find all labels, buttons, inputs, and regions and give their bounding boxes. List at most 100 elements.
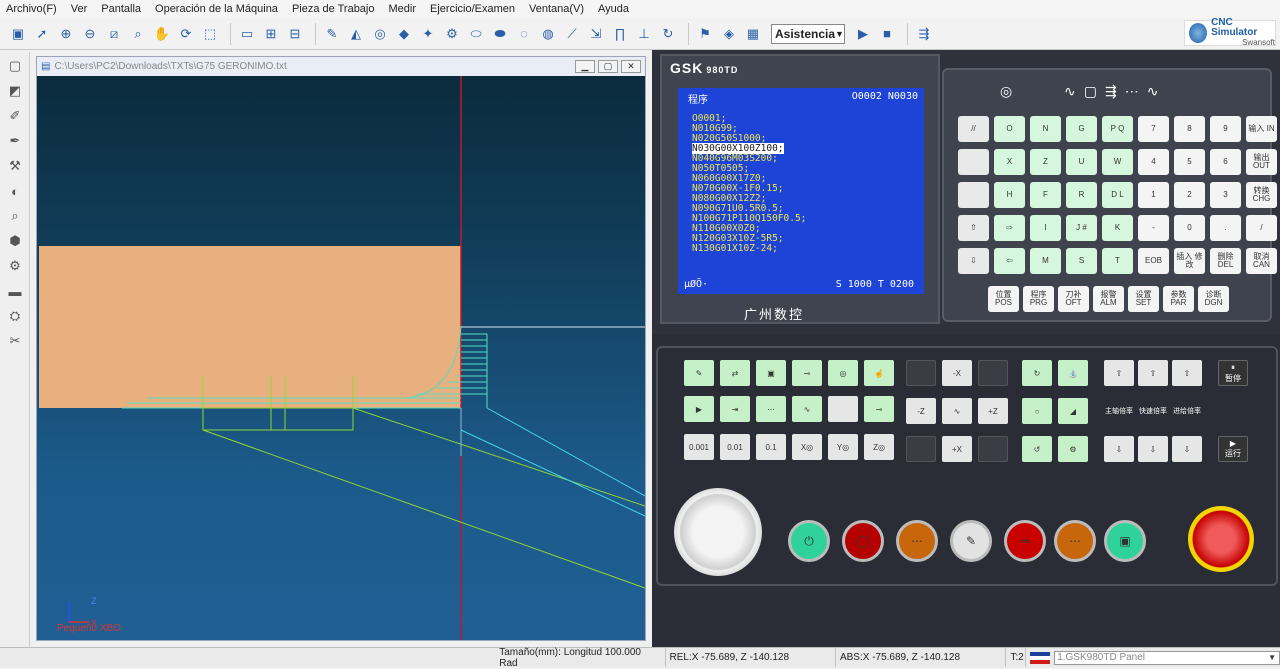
- program-protect-button[interactable]: ▣: [1104, 520, 1146, 562]
- key-keys_row3-2[interactable]: F: [1030, 182, 1061, 208]
- zoom-tool-icon[interactable]: ⌕: [4, 205, 26, 227]
- tool-icon-3[interactable]: ◌: [514, 24, 534, 44]
- spindle-ccw-button[interactable]: ↺: [1022, 436, 1052, 462]
- coolant-icon[interactable]: ◭: [346, 24, 366, 44]
- panel-select[interactable]: 1.GSK980TD Panel ▼: [1054, 650, 1280, 665]
- key-keys_row3-6[interactable]: 2: [1174, 182, 1205, 208]
- zoom-fit-icon[interactable]: ⌕: [128, 24, 148, 44]
- jog-blank-2[interactable]: [978, 360, 1008, 386]
- key-keys_row3-0[interactable]: [958, 182, 989, 208]
- func-key-1[interactable]: 程序 PRG: [1023, 286, 1054, 312]
- view-top-icon[interactable]: ⊟: [285, 24, 305, 44]
- key-keys_row3-1[interactable]: H: [994, 182, 1025, 208]
- panel-icon[interactable]: ▬: [4, 280, 26, 302]
- rapid-knob[interactable]: ⋯: [1054, 520, 1096, 562]
- blank-button[interactable]: [828, 396, 858, 422]
- pan-icon[interactable]: ✋: [152, 24, 172, 44]
- export-icon[interactable]: ⇶: [914, 24, 934, 44]
- save-icon[interactable]: ▣: [8, 24, 28, 44]
- edit-mode-button[interactable]: ✎: [684, 360, 714, 386]
- jog-plus-x-button[interactable]: +X: [942, 436, 972, 462]
- machining-canvas[interactable]: Z X Pequeño XBO: [37, 76, 645, 640]
- ruler-icon[interactable]: ⊥: [634, 24, 654, 44]
- cut-icon[interactable]: ✂: [4, 330, 26, 352]
- coolant-button[interactable]: ⛲: [1058, 360, 1088, 386]
- tool-icon-5[interactable]: ⟋: [562, 24, 582, 44]
- rapid-override-down-button[interactable]: ⇩: [1138, 436, 1168, 462]
- frame-icon[interactable]: ▢: [4, 55, 26, 77]
- emergency-stop-button[interactable]: [1188, 506, 1254, 572]
- mst-lock-button[interactable]: ⋯: [756, 396, 786, 422]
- view-front-icon[interactable]: ▭: [237, 24, 257, 44]
- menu-pieza[interactable]: Pieza de Trabajo: [292, 3, 375, 15]
- jog-plus-z-button[interactable]: +Z: [978, 398, 1008, 424]
- spindle-icon[interactable]: ◎: [370, 24, 390, 44]
- close-button[interactable]: ✕: [621, 60, 641, 73]
- record-icon[interactable]: ▦: [743, 24, 763, 44]
- func-key-0[interactable]: 位置 POS: [988, 286, 1019, 312]
- feed-override-up-button[interactable]: ⇧: [1172, 360, 1202, 386]
- language-flag-icon[interactable]: [1030, 651, 1051, 664]
- view-section-icon[interactable]: ⊞: [261, 24, 281, 44]
- key-keys_row1-5[interactable]: 7: [1138, 116, 1169, 142]
- zoom-window-icon[interactable]: ⧄: [104, 24, 124, 44]
- save-program-icon[interactable]: ◈: [719, 24, 739, 44]
- minimize-button[interactable]: ▁: [575, 60, 595, 73]
- x-handwheel-button[interactable]: X◎: [792, 434, 822, 460]
- power-off-button[interactable]: ◯: [842, 520, 884, 562]
- cycle-start-button[interactable]: ▶ 运行: [1218, 436, 1248, 462]
- spindle-cw-button[interactable]: ↻: [1022, 360, 1052, 386]
- tool-setting-icon[interactable]: ⚒: [4, 155, 26, 177]
- key-keys_row3-4[interactable]: D L: [1102, 182, 1133, 208]
- menu-medir[interactable]: Medir: [389, 3, 417, 15]
- key-keys_row5-2[interactable]: M: [1030, 248, 1061, 274]
- skip-block-button[interactable]: ⇥: [720, 396, 750, 422]
- key-keys_row2-2[interactable]: Z: [1030, 149, 1061, 175]
- key-keys_row1-6[interactable]: 8: [1174, 116, 1205, 142]
- zero-return-button[interactable]: ⊸: [792, 360, 822, 386]
- tool-icon-4[interactable]: ◍: [538, 24, 558, 44]
- key-keys_row5-4[interactable]: T: [1102, 248, 1133, 274]
- menu-pantalla[interactable]: Pantalla: [101, 3, 141, 15]
- chip-icon[interactable]: ✦: [418, 24, 438, 44]
- tool-change-icon[interactable]: ⚑: [695, 24, 715, 44]
- emergency-cover-button[interactable]: ⇒: [1004, 520, 1046, 562]
- spindle-stop-button[interactable]: ○: [1022, 398, 1052, 424]
- chuck-icon[interactable]: ⬢: [4, 230, 26, 252]
- func-key-6[interactable]: 诊断 DGN: [1198, 286, 1229, 312]
- mode-select[interactable]: Asistencia ▼: [771, 23, 845, 44]
- tool-icon-2[interactable]: ⬬: [490, 24, 510, 44]
- measure-tool-icon[interactable]: ◐: [4, 180, 26, 202]
- jog-blank-1[interactable]: [906, 360, 936, 386]
- feed-hold-button[interactable]: ⏸ 暂停: [1218, 360, 1248, 386]
- key-keys_row5-8[interactable]: 取消 CAN: [1246, 248, 1277, 274]
- key-keys_row4-8[interactable]: /: [1246, 215, 1277, 241]
- gauge-icon[interactable]: ∏: [610, 24, 630, 44]
- program-zero-button[interactable]: ⊸: [864, 396, 894, 422]
- step-icon[interactable]: ⇲: [586, 24, 606, 44]
- zoom-out-icon[interactable]: ⊖: [80, 24, 100, 44]
- key-keys_row3-3[interactable]: R: [1066, 182, 1097, 208]
- menu-ventana[interactable]: Ventana(V): [529, 3, 584, 15]
- jog-minus-z-button[interactable]: -Z: [906, 398, 936, 424]
- key-keys_row2-3[interactable]: U: [1066, 149, 1097, 175]
- pointer-icon[interactable]: ➚: [32, 24, 52, 44]
- dry-run-button[interactable]: ∿: [792, 396, 822, 422]
- menu-archivo[interactable]: Archivo(F): [6, 3, 57, 15]
- func-key-4[interactable]: 设置 SET: [1128, 286, 1159, 312]
- key-keys_row2-0[interactable]: [958, 149, 989, 175]
- key-keys_row5-5[interactable]: EOB: [1138, 248, 1169, 274]
- auto-mode-button[interactable]: ⇄: [720, 360, 750, 386]
- handwheel-mode-button[interactable]: ◎: [828, 360, 858, 386]
- key-keys_row4-2[interactable]: I: [1030, 215, 1061, 241]
- workpiece-icon[interactable]: ◆: [394, 24, 414, 44]
- key-keys_row4-3[interactable]: J #: [1066, 215, 1097, 241]
- measure-icon[interactable]: ⚙: [442, 24, 462, 44]
- key-keys_row5-1[interactable]: ⇦: [994, 248, 1025, 274]
- tool-path-icon[interactable]: ✎: [322, 24, 342, 44]
- power-on-button[interactable]: ⏻: [788, 520, 830, 562]
- feed-override-down-button[interactable]: ⇩: [1172, 436, 1202, 462]
- key-keys_row2-6[interactable]: 5: [1174, 149, 1205, 175]
- tool-icon-1[interactable]: ⬭: [466, 24, 486, 44]
- select-box-icon[interactable]: ⬚: [200, 24, 220, 44]
